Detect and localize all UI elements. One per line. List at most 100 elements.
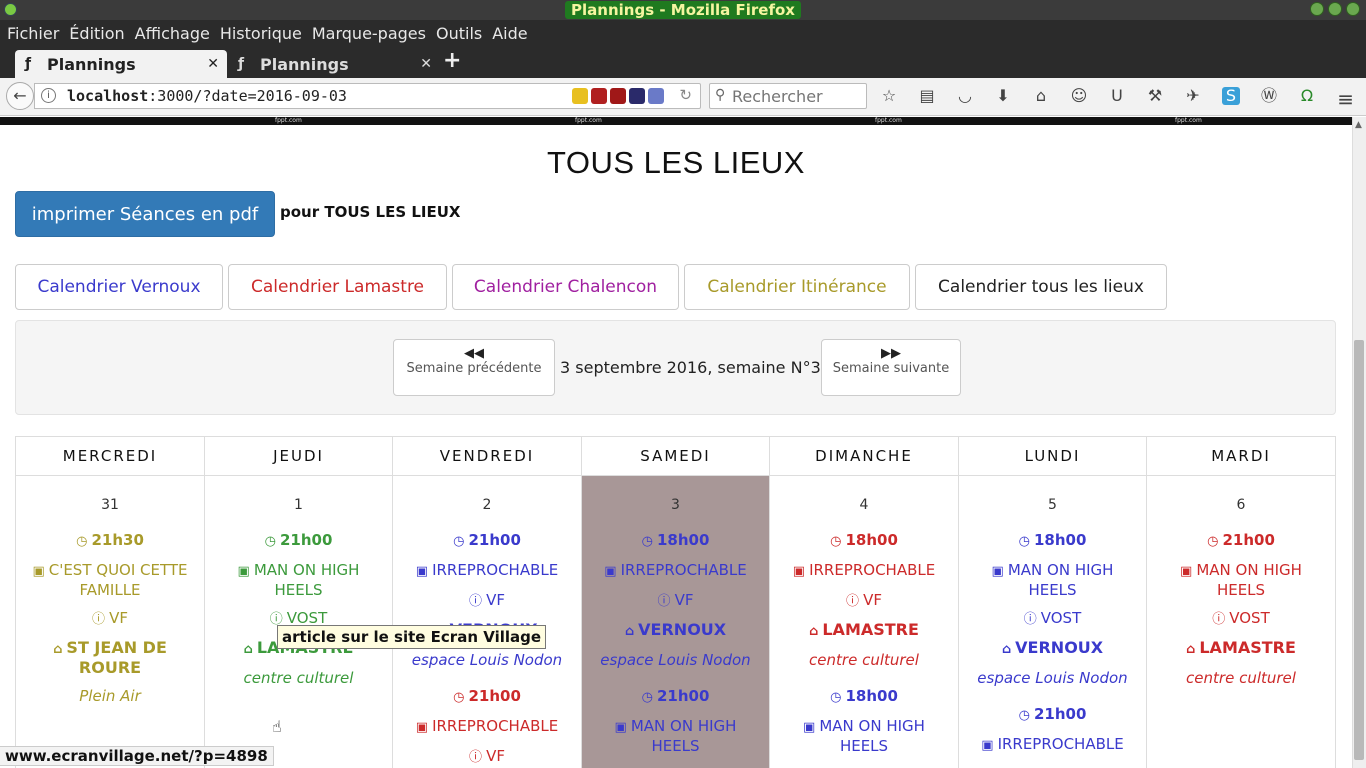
screening-event: ◷ 18h00 ▣ MAN ON HIGH HEELS ⓘ VOST ⌂ VERNOUX esp…	[959, 531, 1146, 687]
headphones-icon[interactable]: Ω	[1298, 87, 1316, 105]
search-input[interactable]	[732, 87, 862, 106]
film-title-link[interactable]: ▣ IRREPROCHABLE	[596, 561, 755, 581]
skype-icon[interactable]: S	[1222, 87, 1240, 105]
extension-icon[interactable]	[572, 88, 588, 104]
print-pdf-button[interactable]: imprimer Séances en pdf	[15, 191, 275, 237]
film-title-link[interactable]: ▣ MAN ON HIGH HEELS	[596, 717, 755, 755]
extension-icon[interactable]	[591, 88, 607, 104]
film-title-link[interactable]: ▣ C'EST QUOI CETTE FAMILLE	[30, 561, 190, 599]
film-icon: ▣	[792, 564, 806, 579]
room-name: Plein Air	[79, 687, 141, 705]
screening-event: ◷ 21h00 ▣ IRREPROCHABLE ⓘ VF	[393, 687, 581, 767]
film-title-link[interactable]: ▣ IRREPROCHABLE	[407, 561, 567, 581]
page-content: fppt.com fppt.com fppt.com fppt.com TOUS…	[0, 117, 1352, 768]
menu-hamburger-icon[interactable]: ≡	[1337, 87, 1354, 111]
menu-fichier[interactable]: Fichier	[7, 24, 59, 43]
calendar-lamastre-button[interactable]: Calendrier Lamastre	[228, 264, 447, 310]
film-title-link[interactable]: ▣ IRREPROCHABLE	[784, 561, 944, 581]
calendar-itinerance-button[interactable]: Calendrier Itinérance	[684, 264, 910, 310]
minimize-button[interactable]	[1310, 2, 1324, 16]
info-circle-icon: ⓘ	[469, 594, 483, 609]
tab-plannings-active[interactable]: ƒ Plannings ✕	[15, 50, 227, 78]
close-window-button[interactable]	[1346, 2, 1360, 16]
ublock-icon[interactable]: U	[1108, 87, 1126, 105]
day-header: JEUDI	[205, 437, 392, 476]
menu-marque-pages[interactable]: Marque-pages	[312, 24, 426, 43]
clock-icon: ◷	[641, 534, 653, 549]
back-button[interactable]: ←	[6, 82, 34, 110]
info-icon[interactable]: i	[41, 88, 56, 103]
extension-icon[interactable]	[610, 88, 626, 104]
house-icon: ⌂	[1186, 642, 1196, 657]
menu-aide[interactable]: Aide	[492, 24, 527, 43]
scroll-up-arrow-icon[interactable]: ▲	[1355, 120, 1362, 130]
maximize-button[interactable]	[1328, 2, 1342, 16]
close-tab-icon[interactable]: ✕	[207, 56, 219, 72]
venue-link[interactable]: ⌂ ST JEAN DE ROURE	[30, 639, 190, 677]
screening-time: ◷ 18h00	[1018, 531, 1087, 549]
addon-badge-icon[interactable]: ✈	[1184, 87, 1202, 105]
film-title-link[interactable]: ▣ MAN ON HIGH HEELS	[219, 561, 378, 599]
search-icon: ⚲	[715, 87, 726, 103]
pocket-icon[interactable]: ◡	[956, 87, 974, 105]
bookmark-star-icon[interactable]: ☆	[880, 87, 898, 105]
reading-list-icon[interactable]: ▤	[918, 87, 936, 105]
menu-historique[interactable]: Historique	[220, 24, 302, 43]
new-tab-button[interactable]: +	[443, 48, 461, 73]
venue-link[interactable]: ⌂VERNOUX	[596, 621, 755, 641]
film-icon: ▣	[991, 564, 1004, 579]
menu-edition[interactable]: Édition	[69, 24, 124, 43]
calendar-vernoux-button[interactable]: Calendrier Vernoux	[15, 264, 223, 310]
screening-time: ◷ 21h00	[264, 531, 333, 549]
extension-icon[interactable]	[629, 88, 645, 104]
previous-week-button[interactable]: ◀◀ Semaine précédente	[393, 339, 555, 396]
extension-icon[interactable]	[648, 88, 664, 104]
film-title-link[interactable]: ▣ IRREPROCHABLE	[973, 735, 1132, 755]
language-label: ⓘ VF	[846, 591, 882, 609]
room-name: centre culturel	[1186, 669, 1296, 687]
film-title-link[interactable]: ▣ IRREPROCHABLE	[407, 717, 567, 737]
screening-event: ◷ 21h30 ▣ C'EST QUOI CETTE FAMILLE ⓘ VF ⌂ ST JE…	[16, 531, 204, 705]
film-title-link[interactable]: ▣ MAN ON HIGH HEELS	[973, 561, 1132, 599]
search-bar[interactable]: ⚲	[709, 83, 867, 109]
scrollbar-thumb[interactable]	[1354, 340, 1364, 760]
menu-outils[interactable]: Outils	[436, 24, 482, 43]
venue-link[interactable]: ⌂VERNOUX	[973, 639, 1132, 659]
wand-icon[interactable]: ⚒	[1146, 87, 1164, 105]
day-number: 6	[1236, 497, 1246, 513]
menu-bar: Fichier Édition Affichage Historique Mar…	[0, 20, 1366, 46]
room-name: espace Louis Nodon	[411, 651, 563, 669]
film-icon: ▣	[415, 720, 429, 735]
url-bar[interactable]: i localhost:3000/?date=2016-09-03 ↻	[34, 83, 701, 109]
info-circle-icon: ⓘ	[846, 594, 860, 609]
day-number: 3	[671, 497, 680, 513]
wordpress-icon[interactable]: Ⓦ	[1260, 87, 1278, 105]
language-label: ⓘ VF	[92, 609, 128, 627]
close-tab-icon[interactable]: ✕	[420, 56, 432, 72]
clock-icon: ◷	[830, 534, 842, 549]
screening-event: ◷ 18h00 ▣ MAN ON HIGH HEELS	[770, 687, 958, 755]
house-icon: ⌂	[243, 642, 253, 657]
tab-plannings[interactable]: ƒ Plannings ✕	[228, 50, 440, 78]
home-icon[interactable]: ⌂	[1032, 87, 1050, 105]
room-name: espace Louis Nodon	[977, 669, 1128, 687]
calendar-chalencon-button[interactable]: Calendrier Chalencon	[452, 264, 679, 310]
download-icon[interactable]: ⬇	[994, 87, 1012, 105]
house-icon: ⌂	[624, 624, 635, 639]
film-title-link[interactable]: ▣ MAN ON HIGH HEELS	[1161, 561, 1321, 599]
language-label: ⓘ VF	[469, 591, 505, 609]
screening-time: ◷ 21h00	[1018, 705, 1087, 723]
venue-link[interactable]: ⌂LAMASTRE	[784, 621, 944, 641]
day-number: 1	[294, 497, 303, 513]
chat-icon[interactable]: ☺	[1070, 87, 1088, 105]
url-text[interactable]: localhost:3000/?date=2016-09-03	[67, 87, 347, 105]
screening-event: ◷ 18h00 ▣ IRREPROCHABLE ⓘ VF ⌂ LAMASTRE centre c…	[770, 531, 958, 669]
next-week-button[interactable]: ▶▶ Semaine suivante	[821, 339, 961, 396]
reload-icon[interactable]: ↻	[679, 86, 692, 104]
current-week-label: 3 septembre 2016, semaine N°35	[560, 358, 831, 377]
film-title-link[interactable]: ▣ MAN ON HIGH HEELS	[784, 717, 944, 755]
venue-link[interactable]: ⌂LAMASTRE	[1161, 639, 1321, 659]
calendar-all-places-button[interactable]: Calendrier tous les lieux	[915, 264, 1167, 310]
menu-affichage[interactable]: Affichage	[135, 24, 210, 43]
day-header: SAMEDI	[582, 437, 769, 476]
